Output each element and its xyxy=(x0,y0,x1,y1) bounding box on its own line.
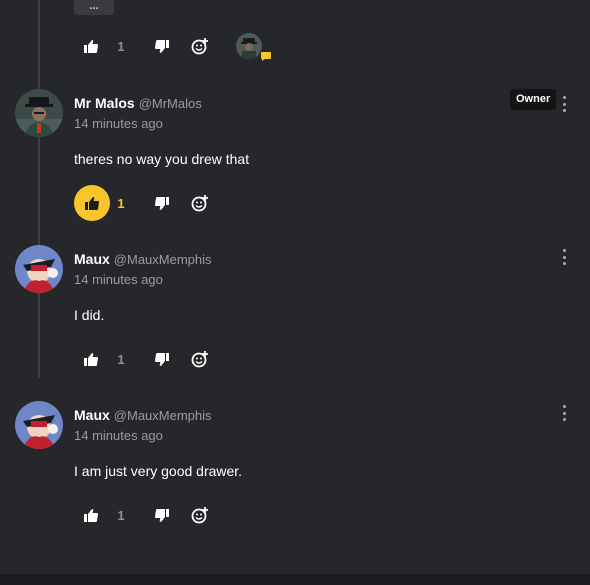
timestamp[interactable]: 14 minutes ago xyxy=(74,272,163,287)
dislike-button[interactable] xyxy=(150,28,174,64)
timestamp[interactable]: 14 minutes ago xyxy=(74,428,163,443)
thumbs-up-icon xyxy=(84,508,98,522)
comment-text: theres no way you drew that xyxy=(74,151,250,167)
owner-badge: Owner xyxy=(510,89,557,110)
bottom-bar xyxy=(0,574,590,585)
author-name[interactable]: Mr Malos @MrMalos xyxy=(74,95,202,111)
like-count: 1 xyxy=(117,351,125,367)
like-count: 1 xyxy=(117,195,125,211)
thumbs-up-icon xyxy=(84,352,98,366)
add-reaction-icon xyxy=(191,195,208,212)
add-reaction-button[interactable] xyxy=(188,341,212,377)
thread-line xyxy=(38,0,40,378)
author-handle[interactable]: @MauxMemphis xyxy=(114,408,212,423)
add-reaction-icon xyxy=(191,507,208,524)
dislike-button[interactable] xyxy=(150,185,174,221)
more-options-button[interactable] xyxy=(557,405,571,421)
author-handle[interactable]: @MrMalos xyxy=(139,96,202,111)
like-button[interactable] xyxy=(74,185,110,221)
add-reaction-button[interactable] xyxy=(188,497,212,533)
avatar[interactable] xyxy=(15,401,63,449)
thumbs-down-icon xyxy=(155,508,169,522)
more-button[interactable]: ... xyxy=(74,0,114,15)
add-reaction-icon xyxy=(191,38,208,55)
dislike-button[interactable] xyxy=(150,497,174,533)
like-count: 1 xyxy=(117,507,125,523)
avatar[interactable] xyxy=(15,245,63,293)
add-reaction-button[interactable] xyxy=(188,185,212,221)
author-name[interactable]: Maux @MauxMemphis xyxy=(74,251,212,267)
thumbs-up-icon xyxy=(84,39,98,53)
more-options-button[interactable] xyxy=(557,96,571,112)
thumbs-up-icon xyxy=(85,196,99,210)
author-name[interactable]: Maux @MauxMemphis xyxy=(74,407,212,423)
add-reaction-icon xyxy=(191,351,208,368)
add-reaction-button[interactable] xyxy=(188,28,212,64)
more-options-button[interactable] xyxy=(557,249,571,265)
dislike-button[interactable] xyxy=(150,341,174,377)
thumbs-down-icon xyxy=(155,352,169,366)
author-handle[interactable]: @MauxMemphis xyxy=(114,252,212,267)
avatar[interactable] xyxy=(15,89,63,137)
comment-text: I did. xyxy=(74,307,105,323)
like-count: 1 xyxy=(117,38,125,54)
like-button[interactable] xyxy=(74,497,108,533)
thumbs-down-icon xyxy=(155,196,169,210)
thumbs-down-icon xyxy=(155,39,169,53)
like-button[interactable] xyxy=(74,28,108,64)
speech-bubble-icon xyxy=(261,52,271,61)
like-button[interactable] xyxy=(74,341,108,377)
timestamp[interactable]: 14 minutes ago xyxy=(74,116,163,131)
comment-text: I am just very good drawer. xyxy=(74,463,243,479)
